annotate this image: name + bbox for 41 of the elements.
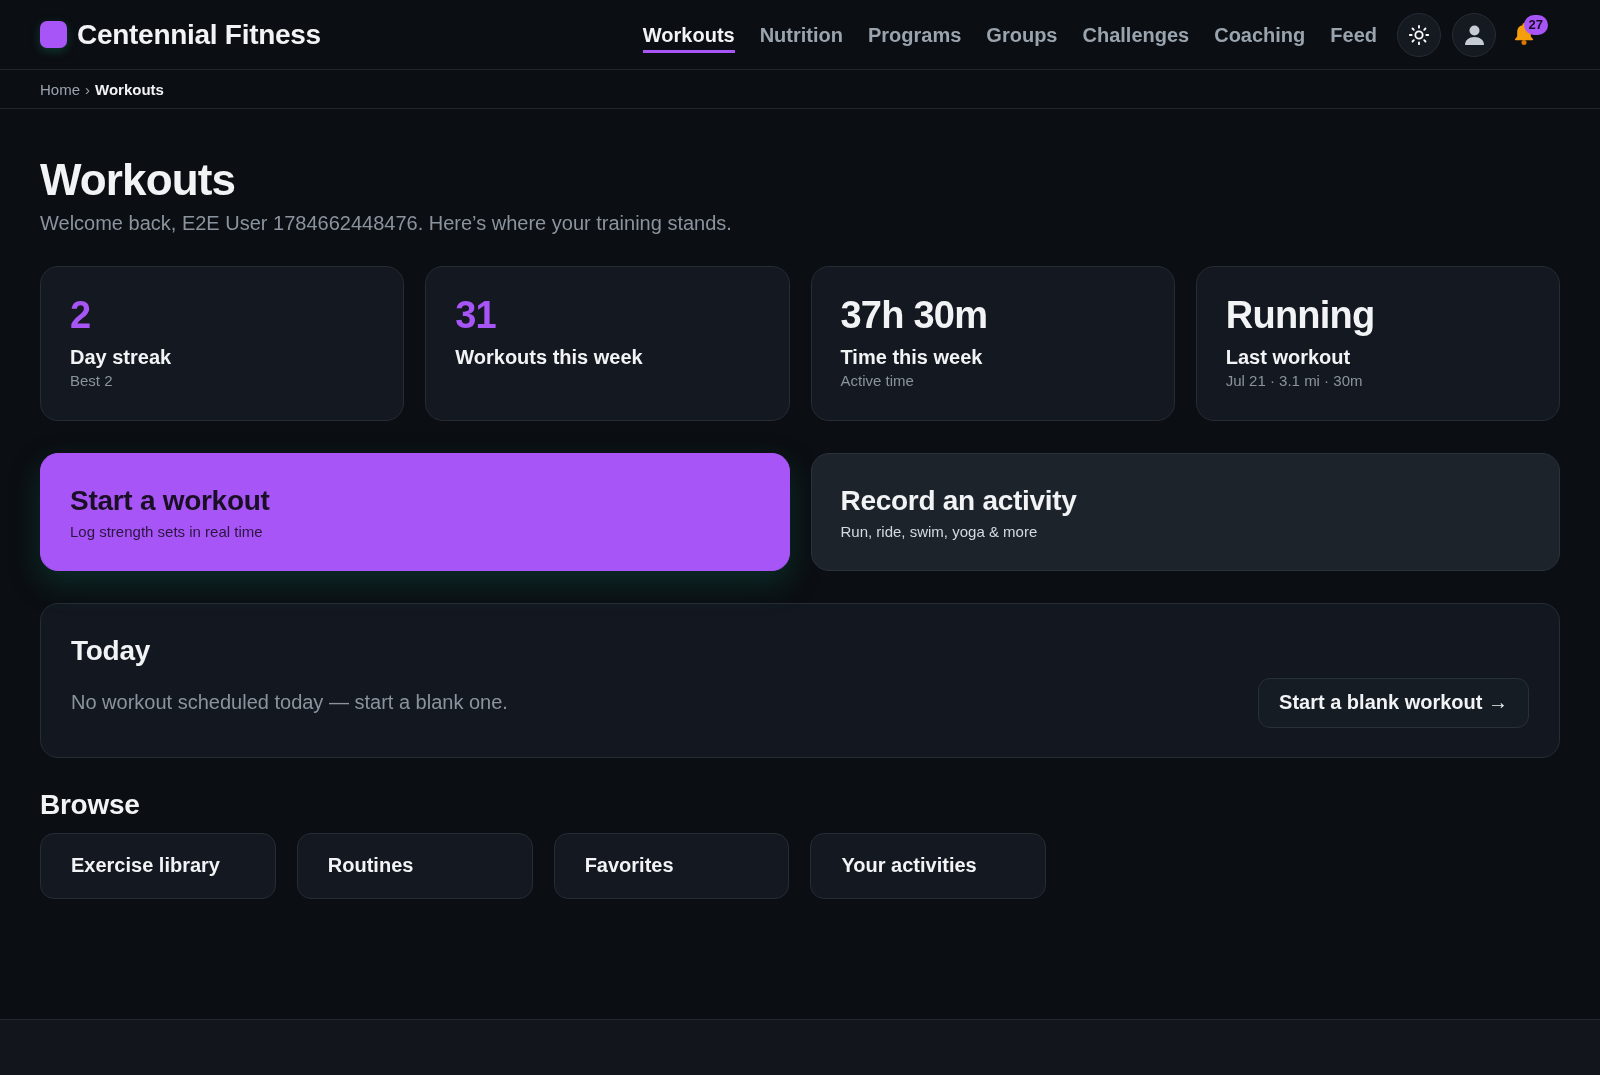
sun-icon <box>1408 23 1430 46</box>
stat-note: Active time <box>840 372 915 391</box>
profile-button[interactable] <box>1452 12 1496 57</box>
user-icon <box>1464 24 1484 45</box>
section-title: Today <box>71 634 151 668</box>
browse-tile[interactable]: Your activities <box>810 833 1047 899</box>
nav-tab[interactable]: Groups <box>986 16 1058 53</box>
nav-tab[interactable]: Nutrition <box>759 16 843 53</box>
theme-toggle-button[interactable] <box>1397 12 1441 57</box>
nav-tab[interactable]: Feed <box>1330 16 1377 53</box>
stat-note: Best 2 <box>70 372 114 391</box>
stat-label: Time this week <box>840 345 984 370</box>
logo-icon <box>40 21 67 48</box>
nav-tab[interactable]: Workouts <box>642 16 735 53</box>
stat-value: 31 <box>455 295 497 338</box>
stat-value: 37h 30m <box>840 295 989 338</box>
nav-tab[interactable]: Challenges <box>1082 16 1190 53</box>
start-blank-workout-button[interactable]: Start a blank workout → <box>1258 678 1529 728</box>
stat-value: 2 <box>70 295 92 338</box>
action-card[interactable]: Record an activity Run, ride, swim, yoga & more <box>810 453 1560 572</box>
stat-label: Day streak <box>70 345 173 370</box>
breadcrumb-current: Workouts <box>95 80 164 98</box>
today-message: No workout scheduled today — start a blank one. <box>71 691 508 715</box>
nav-tab[interactable]: Programs <box>868 16 962 53</box>
nav-tab[interactable]: Coaching <box>1214 16 1306 53</box>
page-title: Workouts <box>40 156 237 205</box>
action-card[interactable]: Start a workout Log strength sets in real time <box>40 453 790 572</box>
page-subtitle: Welcome back, E2E User 1784662448476. Here’s where your training stands. <box>40 211 733 237</box>
brand-name: Centennial Fitness <box>77 18 321 51</box>
stat-note: Jul 21 · 3.1 mi · 30m <box>1225 372 1364 391</box>
stat-value: Running <box>1225 295 1376 338</box>
browse-tile[interactable]: Routines <box>296 833 533 899</box>
breadcrumb-link[interactable]: Home <box>40 80 80 98</box>
breadcrumb-separator: › <box>85 80 90 98</box>
notification-count: 27 <box>1523 14 1548 35</box>
notifications-button[interactable]: 27 <box>1512 14 1548 45</box>
browse-tile[interactable]: Exercise library <box>40 833 276 899</box>
browse-tile[interactable]: Favorites <box>553 833 790 899</box>
section-title: Browse <box>40 788 141 822</box>
stat-label: Workouts this week <box>455 345 644 370</box>
stat-label: Last workout <box>1225 345 1352 370</box>
